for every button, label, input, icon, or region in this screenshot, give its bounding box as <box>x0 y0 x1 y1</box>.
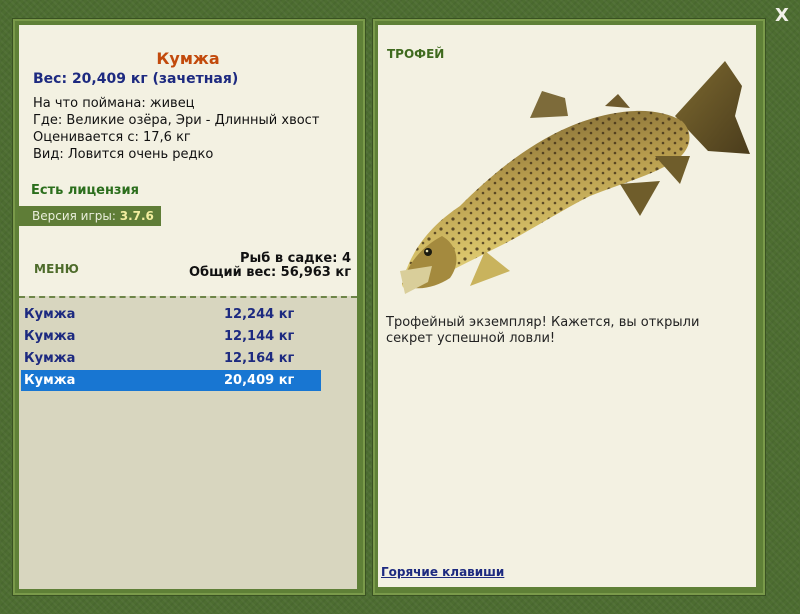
list-item-name: Кумжа <box>24 307 76 322</box>
caught-on: На что поймана: живец <box>33 96 195 111</box>
brown-trout-image <box>400 61 750 294</box>
list-item-name: Кумжа <box>24 329 76 344</box>
version-label: Версия игры: <box>32 209 120 223</box>
species-rarity: Вид: Ловится очень редко <box>33 147 214 162</box>
trophy-message: Трофейный экземпляр! Кажется, вы открыли… <box>386 315 700 346</box>
fish-weight: Вес: 20,409 кг (зачетная) <box>33 71 239 87</box>
menu-button[interactable]: МЕНЮ <box>34 262 79 276</box>
fish-name: Кумжа <box>156 49 220 68</box>
close-button[interactable]: X <box>772 6 792 26</box>
version-value: 3.7.6 <box>119 209 154 223</box>
list-item-weight: 12,244 кг <box>224 307 295 322</box>
list-item[interactable]: Кумжа 12,244 кг <box>21 304 321 325</box>
catch-list: Кумжа 12,244 кг Кумжа 12,144 кг Кумжа 12… <box>19 296 357 589</box>
list-item-weight: 12,144 кг <box>224 329 295 344</box>
keepnet-summary: Рыб в садке: 4 Общий вес: 56,963 кг <box>189 252 351 280</box>
total-weight: Общий вес: 56,963 кг <box>188 265 351 280</box>
trophy-panel: ТРОФЕЙ Трофейный экземпляр! Кажется, вы … <box>378 25 756 587</box>
list-item-name: Кумжа <box>24 351 76 366</box>
rated-from: Оценивается с: 17,6 кг <box>33 130 191 145</box>
list-item-weight: 20,409 кг <box>224 373 295 388</box>
license-status: Есть лицензия <box>31 183 139 198</box>
hotkeys-link[interactable]: Горячие клавиши <box>381 565 504 579</box>
fish-count: Рыб в садке: 4 <box>239 251 351 266</box>
list-item-selected[interactable]: Кумжа 20,409 кг <box>21 370 321 391</box>
list-item-name: Кумжа <box>24 373 76 388</box>
fish-details: На что поймана: живец Где: Великие озёра… <box>33 95 319 163</box>
list-item[interactable]: Кумжа 12,144 кг <box>21 326 321 347</box>
list-item[interactable]: Кумжа 12,164 кг <box>21 348 321 369</box>
location: Где: Великие озёра, Эри - Длинный хвост <box>33 113 320 128</box>
list-item-weight: 12,164 кг <box>224 351 295 366</box>
version-bar: Версия игры: 3.7.6 <box>18 206 161 226</box>
fish-info-panel: Кумжа Вес: 20,409 кг (зачетная) На что п… <box>18 25 357 589</box>
